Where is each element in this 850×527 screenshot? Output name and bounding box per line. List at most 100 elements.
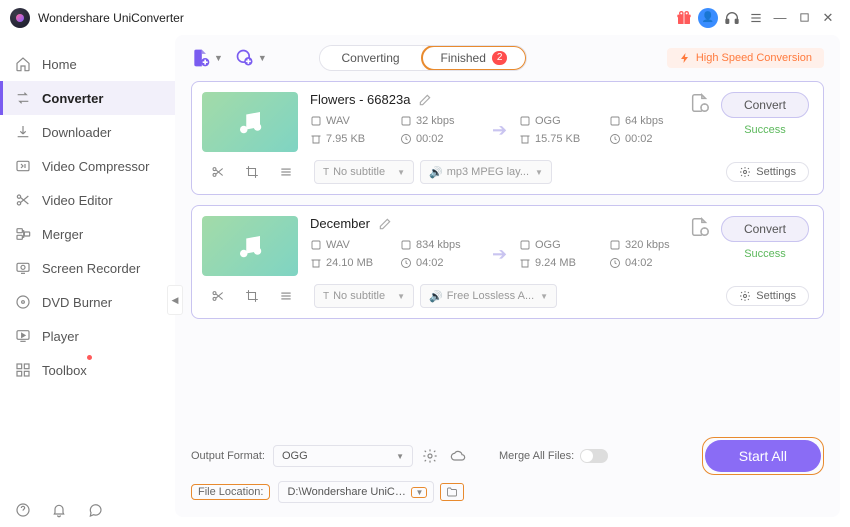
tab-converting[interactable]: Converting bbox=[320, 46, 422, 70]
audio-dropdown[interactable]: 🔊mp3 MPEG lay...▼ bbox=[420, 160, 552, 184]
user-avatar[interactable]: 👤 bbox=[696, 6, 720, 30]
play-icon bbox=[14, 327, 32, 345]
src-bitrate: 834 kbps bbox=[416, 239, 461, 251]
file-list: Flowers - 66823a WAV 7.95 KB 32 kbps bbox=[191, 81, 824, 431]
chevron-down-icon[interactable]: ▼ bbox=[411, 487, 427, 498]
headset-icon[interactable] bbox=[720, 6, 744, 30]
cloud-icon[interactable] bbox=[447, 445, 469, 467]
more-icon[interactable] bbox=[274, 284, 298, 308]
arrow-icon: ➔ bbox=[480, 244, 519, 265]
crop-icon[interactable] bbox=[240, 284, 264, 308]
sidebar-item-label: Home bbox=[42, 57, 77, 72]
notification-dot bbox=[87, 355, 92, 360]
audio-dropdown[interactable]: 🔊Free Lossless A...▼ bbox=[420, 284, 557, 308]
record-icon bbox=[14, 259, 32, 277]
bell-icon[interactable] bbox=[50, 501, 68, 519]
help-icon[interactable] bbox=[14, 501, 32, 519]
output-settings-icon[interactable] bbox=[689, 216, 711, 238]
sidebar-item-label: Video Editor bbox=[42, 193, 113, 208]
sidebar-item-label: Converter bbox=[42, 91, 103, 106]
grid-icon bbox=[14, 361, 32, 379]
file-location-label: File Location: bbox=[191, 484, 270, 500]
sidebar-item-editor[interactable]: Video Editor bbox=[0, 183, 175, 217]
sidebar-item-toolbox[interactable]: Toolbox bbox=[0, 353, 175, 387]
sidebar-item-converter[interactable]: Converter bbox=[0, 81, 175, 115]
subtitle-dropdown[interactable]: TNo subtitle▼ bbox=[314, 284, 414, 308]
sidebar-item-label: Merger bbox=[42, 227, 83, 242]
scissors-icon bbox=[14, 191, 32, 209]
src-size: 7.95 KB bbox=[326, 133, 365, 145]
toolbar: ▼ ▼ Converting Finished 2 bbox=[191, 45, 824, 71]
output-settings-icon[interactable] bbox=[689, 92, 711, 114]
sidebar-item-home[interactable]: Home bbox=[0, 47, 175, 81]
sidebar-collapse-button[interactable]: ◀ bbox=[167, 285, 183, 315]
sidebar: Home Converter Downloader Video Compress… bbox=[0, 35, 175, 527]
cut-icon[interactable] bbox=[206, 284, 230, 308]
add-folder-button[interactable]: ▼ bbox=[235, 48, 267, 68]
cut-icon[interactable] bbox=[206, 160, 230, 184]
finished-count-badge: 2 bbox=[492, 51, 508, 65]
output-format-label: Output Format: bbox=[191, 450, 273, 462]
compress-icon bbox=[14, 157, 32, 175]
subtitle-dropdown[interactable]: TNo subtitle▼ bbox=[314, 160, 414, 184]
high-speed-conversion-button[interactable]: High Speed Conversion bbox=[667, 48, 824, 68]
close-button[interactable] bbox=[816, 6, 840, 30]
hamburger-icon[interactable] bbox=[744, 6, 768, 30]
dst-duration: 00:02 bbox=[625, 133, 653, 145]
convert-button[interactable]: Convert bbox=[721, 216, 809, 242]
edit-title-icon[interactable] bbox=[378, 217, 392, 231]
merge-toggle[interactable] bbox=[580, 449, 608, 463]
sidebar-item-label: DVD Burner bbox=[42, 295, 112, 310]
sidebar-item-compressor[interactable]: Video Compressor bbox=[0, 149, 175, 183]
sidebar-item-player[interactable]: Player bbox=[0, 319, 175, 353]
file-card: Flowers - 66823a WAV 7.95 KB 32 kbps bbox=[191, 81, 824, 195]
file-thumbnail bbox=[202, 92, 298, 152]
file-thumbnail bbox=[202, 216, 298, 276]
file-title: Flowers - 66823a bbox=[310, 92, 410, 107]
sidebar-item-merger[interactable]: Merger bbox=[0, 217, 175, 251]
dst-bitrate: 64 kbps bbox=[625, 115, 664, 127]
minimize-button[interactable]: — bbox=[768, 6, 792, 30]
sidebar-item-label: Video Compressor bbox=[42, 159, 149, 174]
main-panel: ▼ ▼ Converting Finished 2 bbox=[175, 35, 840, 517]
chevron-down-icon: ▼ bbox=[214, 53, 223, 63]
sidebar-item-downloader[interactable]: Downloader bbox=[0, 115, 175, 149]
sidebar-item-recorder[interactable]: Screen Recorder bbox=[0, 251, 175, 285]
src-format: WAV bbox=[326, 239, 350, 251]
add-file-button[interactable]: ▼ bbox=[191, 48, 223, 68]
gift-icon[interactable] bbox=[672, 6, 696, 30]
maximize-button[interactable] bbox=[792, 6, 816, 30]
app-name: Wondershare UniConverter bbox=[38, 11, 184, 25]
convert-button[interactable]: Convert bbox=[721, 92, 809, 118]
start-all-button[interactable]: Start All bbox=[705, 440, 821, 472]
output-format-dropdown[interactable]: OGG▼ bbox=[273, 445, 413, 467]
home-icon bbox=[14, 55, 32, 73]
merge-icon bbox=[14, 225, 32, 243]
file-location-dropdown[interactable]: D:\Wondershare UniConverter 1 ▼ bbox=[278, 481, 434, 503]
disc-icon bbox=[14, 293, 32, 311]
dst-bitrate: 320 kbps bbox=[625, 239, 670, 251]
edit-title-icon[interactable] bbox=[418, 93, 432, 107]
hw-accel-icon[interactable] bbox=[419, 445, 441, 467]
open-folder-button[interactable] bbox=[440, 483, 464, 501]
sidebar-item-dvd[interactable]: DVD Burner bbox=[0, 285, 175, 319]
download-icon bbox=[14, 123, 32, 141]
status-tabs: Converting Finished 2 bbox=[319, 45, 528, 71]
tab-finished[interactable]: Finished 2 bbox=[421, 45, 528, 71]
file-card: December WAV 24.10 MB 834 kbps bbox=[191, 205, 824, 319]
dst-duration: 04:02 bbox=[625, 257, 653, 269]
footer: Output Format: OGG▼ Merge All Files: Sta… bbox=[191, 431, 824, 509]
src-duration: 04:02 bbox=[416, 257, 444, 269]
more-icon[interactable] bbox=[274, 160, 298, 184]
crop-icon[interactable] bbox=[240, 160, 264, 184]
settings-button[interactable]: Settings bbox=[726, 162, 809, 182]
sidebar-item-label: Toolbox bbox=[42, 363, 87, 378]
titlebar: Wondershare UniConverter 👤 — bbox=[0, 0, 850, 35]
arrow-icon: ➔ bbox=[480, 120, 519, 141]
settings-button[interactable]: Settings bbox=[726, 286, 809, 306]
feedback-icon[interactable] bbox=[86, 501, 104, 519]
file-title: December bbox=[310, 216, 370, 231]
sidebar-item-label: Downloader bbox=[42, 125, 111, 140]
dst-size: 15.75 KB bbox=[535, 133, 580, 145]
dst-format: OGG bbox=[535, 115, 561, 127]
